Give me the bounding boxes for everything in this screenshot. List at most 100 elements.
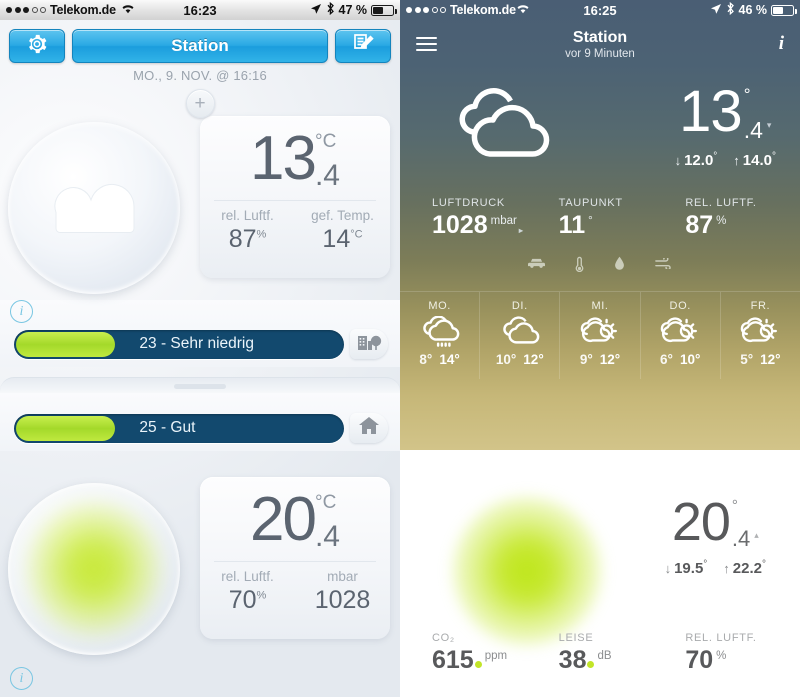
settings-button[interactable] — [9, 29, 65, 63]
nav-title-block: Station vor 9 Minuten — [400, 29, 800, 60]
metric-rel-luftf: REL. LUFTF. 87% — [663, 197, 790, 240]
cloud-rain-icon — [400, 312, 479, 352]
outdoor-temp-decimal: .4 — [743, 117, 763, 143]
info-icon[interactable]: i — [779, 33, 784, 55]
forecast-day[interactable]: FR. 5° 12° — [721, 292, 800, 379]
car-icon[interactable] — [527, 256, 545, 277]
status-clock: 16:23 — [183, 2, 217, 18]
indoor-info-button[interactable]: i — [10, 667, 33, 690]
quality-bar-label: 25 - Gut — [139, 419, 196, 436]
forecast-day-label: DI. — [511, 300, 528, 312]
double-cloud-icon — [480, 312, 559, 352]
metric-number: 1028 — [432, 211, 488, 239]
indoor-max: ↑ 22.2° — [723, 559, 766, 577]
forecast-high: 12° — [599, 352, 621, 367]
indoor-air-quality-orb — [8, 483, 180, 655]
indoor-temp-value: 20 — [671, 492, 731, 552]
forecast-day-label: MI. — [591, 300, 609, 312]
status-dot-green — [474, 661, 482, 668]
forecast-day[interactable]: MI. 9° 12° — [560, 292, 641, 379]
outdoor-min: ↓ 12.0° — [675, 151, 718, 169]
hamburger-icon[interactable] — [416, 33, 437, 55]
station-title-button[interactable]: Station — [72, 29, 328, 63]
outdoor-temperature: 13 ° .4 ▾ — [675, 82, 776, 144]
arrow-down-icon: ↓ — [674, 153, 682, 168]
arrow-down-icon: ↓ — [664, 561, 672, 576]
forecast-low: 9° — [579, 352, 593, 367]
battery-icon — [371, 4, 397, 16]
outdoor-info-button[interactable]: i — [10, 300, 33, 323]
outdoor-max: ↑ 14.0° — [733, 151, 776, 169]
indoor-section: 20 ° .4 ▴ ↓ 19.5° ↑ 22.2° CO₂ 615 ppm LE… — [400, 450, 800, 697]
forecast-low: 10° — [495, 352, 517, 367]
panel-separator — [0, 377, 400, 393]
add-module-button[interactable]: + — [185, 89, 215, 118]
metric-unit: % — [716, 649, 727, 662]
wind-icon[interactable] — [654, 256, 673, 277]
indoor-quality-section: 25 - Gut — [0, 393, 400, 451]
nav-subtitle: vor 9 Minuten — [565, 47, 635, 60]
metric-value: 11 ° — [559, 211, 664, 240]
forecast-day[interactable]: MO. 8° 14° — [400, 292, 481, 379]
forecast-high: 10° — [679, 352, 701, 367]
outdoor-location-button[interactable] — [350, 329, 388, 359]
indoor-min: ↓ 19.5° — [665, 559, 708, 577]
max-value: 14.0 — [742, 152, 772, 169]
metric-label: REL. LUFTF. — [685, 632, 757, 644]
edit-note-icon — [351, 32, 375, 61]
metric-number: 11 — [558, 211, 586, 239]
thermometer-icon[interactable] — [575, 256, 584, 277]
indoor-temp-value: 20 — [250, 485, 317, 554]
indoor-temp-decimal: .4 — [731, 526, 751, 551]
outdoor-temperature: 13 °C .4 — [200, 116, 390, 191]
edit-button[interactable] — [335, 29, 391, 63]
outdoor-quality-bar[interactable]: 23 - Sehr niedrig — [14, 329, 344, 359]
max-degree: ° — [772, 151, 776, 162]
outdoor-metrics-row: LUFTDRUCK 1028 mbar▸ TAUPUNKT 11 ° REL. LU… — [400, 169, 800, 240]
indoor-metrics-row: CO₂ 615 ppm LEISE 38 dB REL. LUFTF. 70% — [400, 632, 800, 675]
indoor-location-button[interactable] — [350, 413, 388, 443]
metric-value: 38 dB — [559, 646, 664, 675]
metric-unit: °C — [350, 228, 363, 241]
sun-cloud-icon — [641, 312, 720, 352]
forecast-high: 12° — [523, 352, 544, 367]
outdoor-weather-icon-wrap — [424, 86, 574, 169]
metric-taupunkt: TAUPUNKT 11 ° — [537, 197, 664, 240]
indoor-temp-unit: °C — [314, 492, 337, 513]
droplet-icon[interactable] — [614, 256, 625, 277]
drag-grip[interactable] — [174, 384, 226, 389]
forecast-low: 8° — [419, 352, 433, 367]
min-degree: ° — [713, 151, 718, 162]
forecast-day-label: FR. — [750, 300, 771, 312]
last-update-date: MO., 9. NOV. @ 16:16 — [133, 68, 267, 83]
metric-value: 1028 mbar▸ — [432, 211, 537, 240]
forecast-low: 6° — [660, 352, 673, 367]
right-nav-bar: Station vor 9 Minuten i — [400, 20, 800, 68]
quality-bar-label: 23 - Sehr niedrig — [139, 335, 254, 352]
home-icon — [358, 416, 380, 440]
forecast-day-label: DO. — [669, 300, 691, 312]
indoor-air-quality-orb — [452, 496, 602, 646]
forecast-day[interactable]: DO. 6° 10° — [641, 292, 721, 379]
metric-trend-icon: ▸ — [518, 226, 523, 235]
metric-rel-luftf-indoor: REL. LUFTF. 70% — [663, 632, 790, 675]
status-clock: 16:25 — [583, 2, 617, 18]
indoor-quality-bar[interactable]: 25 - Gut — [14, 413, 344, 443]
metric-label: rel. Luftf. — [221, 569, 274, 584]
metric-unit: mbar — [490, 214, 517, 227]
outdoor-temp-decimal: .4 — [314, 159, 340, 192]
metric-value: 70% — [200, 586, 295, 615]
indoor-metric: mbar 1028 — [295, 562, 390, 615]
forecast-day[interactable]: DI. 10° 12° — [480, 292, 561, 379]
metric-unit: % — [716, 214, 727, 227]
right-status-bar: Telekom.de 16:25 46 % — [400, 0, 800, 20]
metric-number: 615 — [432, 646, 474, 674]
metric-unit: % — [256, 589, 267, 602]
metric-number: 70 — [685, 646, 714, 674]
outdoor-temperature-block: 13 ° .4 ▾ ↓ 12.0° ↑ 14.0° — [675, 82, 776, 169]
metric-number: 87 — [228, 225, 257, 253]
metric-number: 38 — [558, 646, 587, 674]
indoor-readout: 20 °C .4 rel. Luftf. 70% mbar 1028 — [200, 477, 390, 639]
outdoor-card: 13 °C .4 rel. Luftf. 87% gef. Temp. 14°C — [0, 104, 400, 294]
outdoor-temp-unit: °C — [314, 131, 337, 152]
